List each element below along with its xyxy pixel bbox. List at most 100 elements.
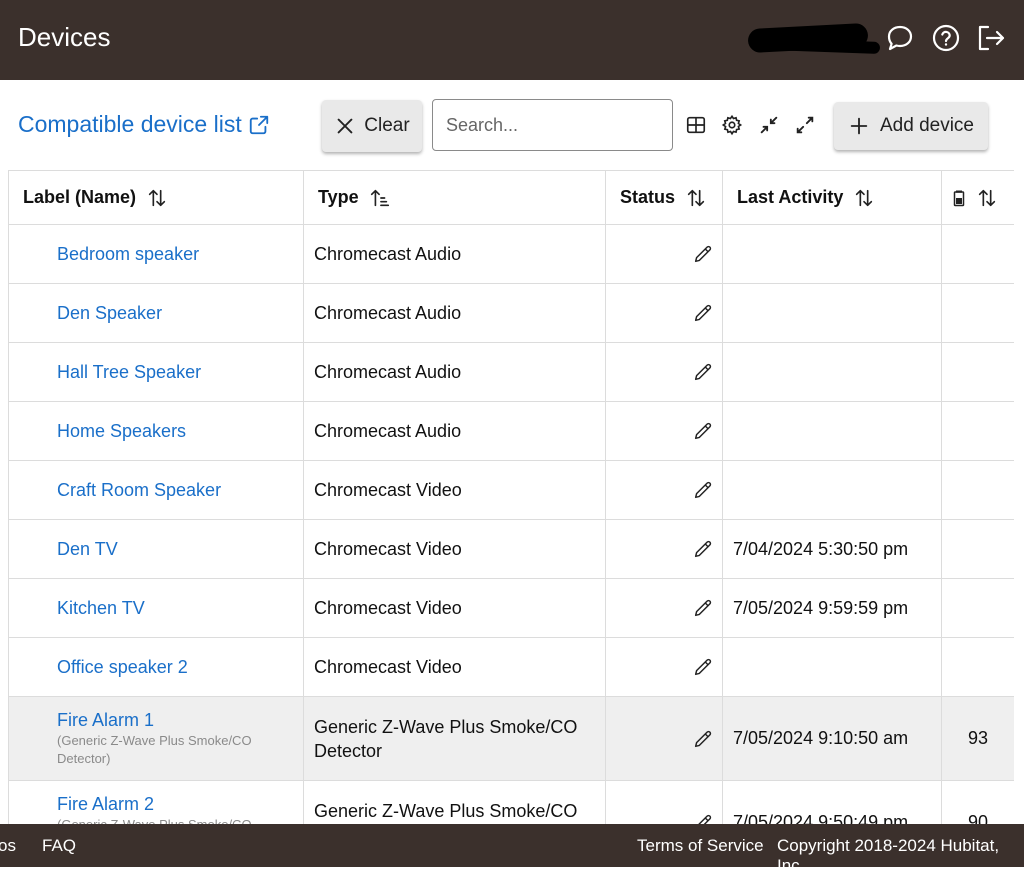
table-row: Home Speakers Chromecast Audio [8,401,1014,461]
expand-icon[interactable] [794,114,816,136]
device-last-activity [722,342,942,402]
device-link[interactable]: Home Speakers [57,421,303,442]
clear-button[interactable]: Clear [322,100,422,152]
plus-icon [850,117,868,135]
device-link[interactable]: Fire Alarm 1 [57,710,303,731]
footer-link-faq[interactable]: FAQ [42,836,76,856]
table-row: Hall Tree Speaker Chromecast Audio [8,342,1014,402]
edit-status-button[interactable] [692,656,714,676]
device-link[interactable]: Den Speaker [57,303,303,324]
device-last-activity [722,283,942,343]
search-input[interactable] [432,99,673,151]
device-status-cell [605,401,723,461]
column-status-text: Status [620,187,676,207]
device-link[interactable]: Fire Alarm 2 [57,794,303,815]
chat-icon[interactable] [884,22,916,54]
device-status-cell [605,519,723,579]
table-row: Fire Alarm 1 (Generic Z-Wave Plus Smoke/C… [8,696,1014,781]
device-battery [941,283,1014,343]
edit-status-button[interactable] [692,420,714,440]
device-link[interactable]: Hall Tree Speaker [57,362,303,383]
edit-icon [697,814,712,824]
table-row: Office speaker 2 Chromecast Video [8,637,1014,697]
gear-icon[interactable] [721,114,743,136]
devices-table-container: Label (Name) Type Status Last Activity B… [8,170,1014,824]
column-header-label[interactable]: Label (Name) [8,170,304,225]
device-battery [941,578,1014,638]
device-type: Generic Z-Wave Plus Smoke/CO Detector [303,780,606,824]
close-icon [337,118,353,134]
table-row: Fire Alarm 2 (Generic Z-Wave Plus Smoke/C… [8,780,1014,824]
device-label-cell: Den TV [8,519,304,579]
device-battery [941,460,1014,520]
edit-icon [694,364,712,381]
column-header-status[interactable]: Status [605,170,723,225]
device-last-activity [722,401,942,461]
edit-status-button[interactable] [692,243,714,263]
device-last-activity: 7/05/2024 9:50:49 pm [722,780,942,824]
device-status-cell [605,460,723,520]
device-last-activity [722,637,942,697]
device-status-cell [605,696,723,781]
device-label-cell: Kitchen TV [8,578,304,638]
edit-status-button[interactable] [692,597,714,617]
sort-icon [148,189,166,206]
edit-icon [694,659,712,676]
device-link[interactable]: Kitchen TV [57,598,303,619]
device-last-activity [722,224,942,284]
edit-icon [694,423,712,440]
devices-table: Label (Name) Type Status Last Activity B… [8,170,1014,824]
device-label-cell: Home Speakers [8,401,304,461]
grid-icon[interactable] [685,114,707,136]
device-label-cell: Office speaker 2 [8,637,304,697]
device-battery: 90 [941,780,1014,824]
column-last-activity-text: Last Activity [737,187,844,207]
edit-icon [694,600,712,617]
redacted-username-mark [769,38,881,54]
device-last-activity [722,460,942,520]
device-battery [941,401,1014,461]
device-link[interactable]: Den TV [57,539,303,560]
table-row: Den Speaker Chromecast Audio [8,283,1014,343]
device-link[interactable]: Bedroom speaker [57,244,303,265]
device-battery [941,224,1014,284]
compatible-device-list-link[interactable]: Compatible device list [18,111,270,138]
collapse-icon[interactable] [758,114,780,136]
edit-status-button[interactable] [692,361,714,381]
device-label-cell: Fire Alarm 1 (Generic Z-Wave Plus Smoke/C… [8,696,304,781]
column-header-battery[interactable] [941,170,1014,225]
device-type: Chromecast Video [303,460,606,520]
device-link[interactable]: Craft Room Speaker [57,480,303,501]
device-type: Chromecast Audio [303,283,606,343]
table-row: Craft Room Speaker Chromecast Video [8,460,1014,520]
footer-link-terms[interactable]: Terms of Service [637,836,764,856]
footer-link-partial[interactable]: os [0,836,16,856]
add-device-button[interactable]: Add device [834,102,988,150]
edit-status-button[interactable] [692,811,714,824]
edit-status-button[interactable] [692,538,714,558]
footer-copyright: Copyright 2018-2024 Hubitat, Inc. [777,836,1000,875]
add-device-label: Add device [879,115,974,136]
sort-ascending-icon [370,189,389,206]
edit-status-button[interactable] [692,302,714,322]
device-label-cell: Hall Tree Speaker [8,342,304,402]
device-status-cell [605,283,723,343]
battery-icon [953,190,965,206]
logout-icon[interactable] [975,22,1007,54]
app-header: Devices [0,0,1024,80]
sort-icon [687,189,705,206]
device-label-cell: Fire Alarm 2 (Generic Z-Wave Plus Smoke/C… [8,780,304,824]
table-row: Den TV Chromecast Video 7/04/2024 5:30:50 … [8,519,1014,579]
external-link-icon [249,115,268,134]
help-icon[interactable] [930,22,962,54]
device-type: Chromecast Video [303,578,606,638]
column-header-last-activity[interactable]: Last Activity [722,170,942,225]
compatible-device-list-label: Compatible device list [18,111,242,137]
device-type: Chromecast Video [303,637,606,697]
device-type: Chromecast Video [303,519,606,579]
edit-status-button[interactable] [692,479,714,499]
edit-status-button[interactable] [692,727,714,747]
column-header-type[interactable]: Type [303,170,606,225]
device-link[interactable]: Office speaker 2 [57,657,303,678]
device-type: Chromecast Audio [303,401,606,461]
